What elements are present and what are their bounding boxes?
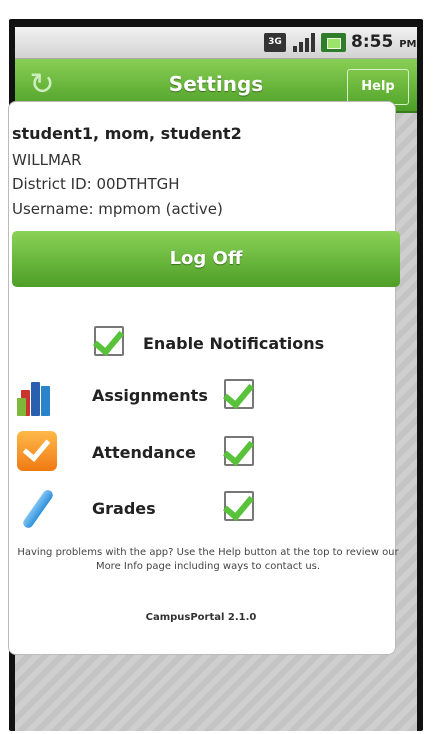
checkmark-icon	[222, 376, 255, 410]
assignments-checkbox[interactable]	[222, 376, 255, 410]
attendance-checkbox[interactable]	[222, 433, 255, 467]
status-bar: 3G 8:55 PM	[15, 27, 417, 59]
checkmark-app-icon	[17, 431, 57, 471]
checkmark-icon	[92, 323, 125, 357]
battery-icon	[321, 33, 346, 52]
help-text: Having problems with the app? Use the He…	[17, 547, 399, 572]
clock-time: 8:55	[351, 32, 394, 52]
books-icon	[17, 378, 57, 418]
clock-ampm: PM	[399, 39, 417, 50]
grades-checkbox[interactable]	[222, 488, 255, 522]
district-id: District ID: 00DTHTGH	[12, 175, 180, 193]
checkmark-icon	[222, 433, 255, 467]
option-label-attendance: Attendance	[92, 443, 196, 462]
clock: 8:55 PM	[351, 32, 417, 52]
pen-icon	[17, 488, 57, 530]
option-label-grades: Grades	[92, 499, 156, 518]
logoff-button[interactable]: Log Off	[12, 231, 400, 287]
help-button[interactable]: Help	[347, 69, 409, 105]
enable-notifications-label: Enable Notifications	[143, 334, 325, 353]
username: Username: mpmom (active)	[12, 200, 223, 218]
signal-bars-icon	[293, 33, 315, 52]
enable-notifications-checkbox[interactable]	[92, 323, 125, 357]
3g-icon: 3G	[264, 33, 286, 52]
app-version: CampusPortal 2.1.0	[145, 612, 257, 623]
option-label-assignments: Assignments	[92, 386, 208, 405]
checkmark-icon	[222, 488, 255, 522]
district-name: WILLMAR	[12, 151, 82, 169]
account-names: student1, mom, student2	[12, 124, 242, 143]
